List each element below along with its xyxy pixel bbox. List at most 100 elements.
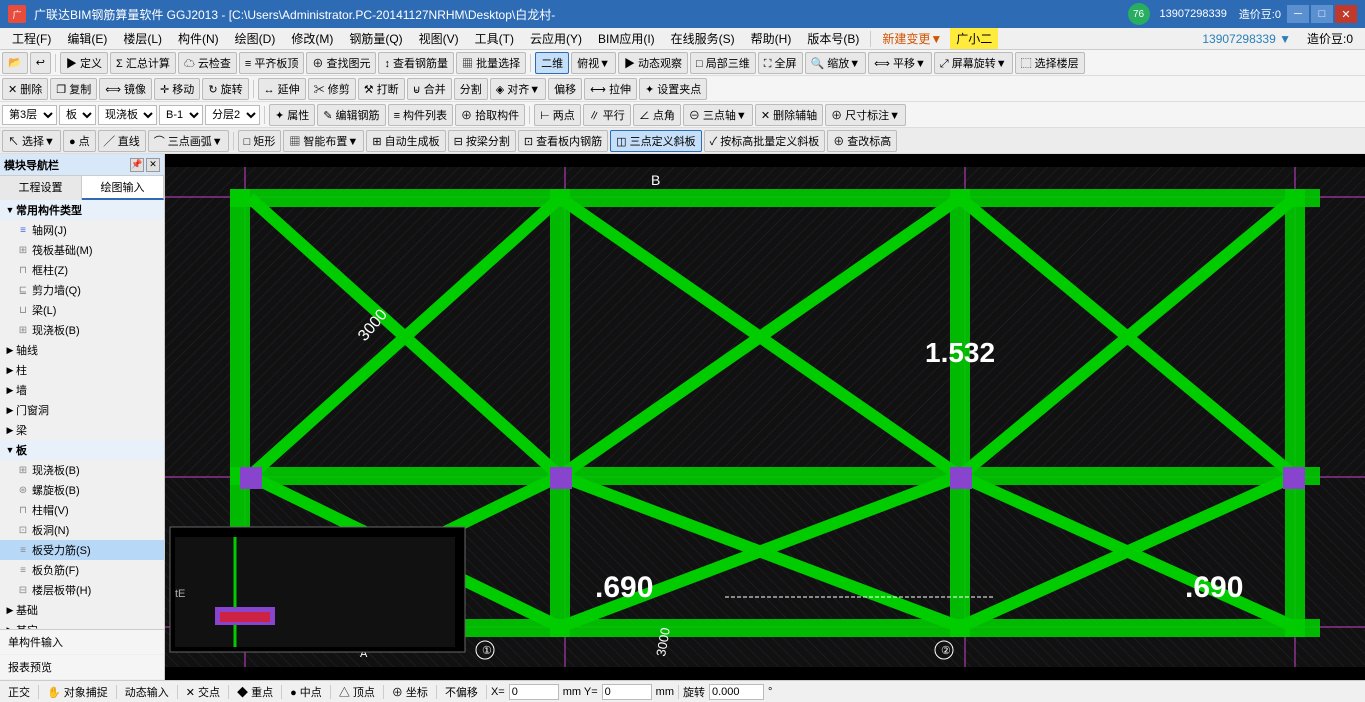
win-max-btn[interactable]: □ [1311, 5, 1333, 23]
status-midpoint[interactable]: ● 中点 [286, 684, 326, 700]
tree-slab-rebar[interactable]: ≡ 板受力筋(S) [0, 540, 164, 560]
status-vertex[interactable]: △ 顶点 [335, 684, 379, 700]
menu-new-change[interactable]: 新建变更▼ [874, 28, 950, 49]
tree-slab-group[interactable]: ▼ 板 [0, 440, 164, 460]
node-tr[interactable] [950, 467, 972, 489]
mirror-btn[interactable]: ⟺ 镜像 [99, 78, 152, 100]
three-axis-btn[interactable]: ⊖ 三点轴▼ [683, 104, 753, 126]
rotate-elem-btn[interactable]: ↻ 旋转 [202, 78, 248, 100]
property-btn[interactable]: ✦ 属性 [269, 104, 315, 126]
status-coordinate[interactable]: ⊕ 坐标 [388, 684, 432, 700]
tree-axis[interactable]: ≡ 轴网(J) [0, 220, 164, 240]
sidebar-pin-btn[interactable]: 📌 [130, 158, 144, 172]
tree-col[interactable]: ⊓ 框柱(Z) [0, 260, 164, 280]
menu-part[interactable]: 构件(N) [170, 28, 227, 49]
floor-select[interactable]: 第3层 [2, 105, 57, 125]
subtype-select[interactable]: 现浇板 [98, 105, 157, 125]
arc-btn[interactable]: ⌒ 三点画弧▼ [148, 130, 229, 152]
canvas-area[interactable]: B A 1.532 3000 .690 .690 3000 ① ② [165, 154, 1365, 680]
menu-cloud[interactable]: 云应用(Y) [522, 28, 590, 49]
x-input[interactable] [509, 684, 559, 700]
trim-btn[interactable]: ✂ 修剪 [308, 78, 356, 100]
tree-cast-slab[interactable]: ⊞ 现浇板(B) [0, 460, 164, 480]
tree-other[interactable]: ▶ 其它 [0, 620, 164, 629]
offset-btn[interactable]: 偏移 [548, 78, 582, 100]
dim-btn[interactable]: ⊕ 尺寸标注▼ [825, 104, 906, 126]
win-close-btn[interactable]: ✕ [1335, 5, 1357, 23]
sidebar-close-btn[interactable]: ✕ [146, 158, 160, 172]
layer-select[interactable]: 分层2 [205, 105, 260, 125]
stretch-btn[interactable]: ⟷ 拉伸 [584, 78, 637, 100]
tree-column[interactable]: ▶ 柱 [0, 360, 164, 380]
pick-part-btn[interactable]: ⊕ 拾取构件 [455, 104, 525, 126]
align-top-btn[interactable]: ≡ 平齐板顶 [239, 52, 304, 74]
find-btn[interactable]: ⊕ 查找图元 [306, 52, 376, 74]
undo-btn[interactable]: ↩ [30, 52, 51, 74]
parallel-btn[interactable]: ∥ 平行 [583, 104, 631, 126]
three-point-slope-btn[interactable]: ◫ 三点定义斜板 [610, 130, 701, 152]
rotate-input[interactable] [709, 684, 764, 700]
open-file-btn[interactable]: 📂 [2, 52, 28, 74]
del-aux-btn[interactable]: ✕ 删除辅轴 [755, 104, 823, 126]
zoom-btn[interactable]: 🔍 缩放▼ [805, 52, 867, 74]
win-min-btn[interactable]: ─ [1287, 5, 1309, 23]
menu-bim[interactable]: BIM应用(I) [590, 28, 663, 49]
menu-version[interactable]: 版本号(B) [799, 28, 867, 49]
split-beam-btn[interactable]: ⊟ 按梁分割 [448, 130, 516, 152]
view-board-steel-btn[interactable]: ⊡ 查看板内钢筋 [518, 130, 608, 152]
rotate-btn[interactable]: ⤢ 屏幕旋转▼ [934, 52, 1013, 74]
y-input[interactable] [602, 684, 652, 700]
node-br[interactable] [1283, 467, 1305, 489]
menu-online[interactable]: 在线服务(S) [663, 28, 743, 49]
point-btn[interactable]: ● 点 [63, 130, 96, 152]
menu-file[interactable]: 工程(F) [4, 28, 59, 49]
merge-btn[interactable]: ⊌ 合并 [407, 78, 452, 100]
auto-gen-btn[interactable]: ⊞ 自动生成板 [366, 130, 445, 152]
local-3d-btn[interactable]: □ 局部三维 [690, 52, 756, 74]
menu-edit[interactable]: 编辑(E) [59, 28, 115, 49]
tree-beam-main[interactable]: ▶ 梁 [0, 420, 164, 440]
two-point-btn[interactable]: ⊢ 两点 [534, 104, 581, 126]
tree-spiral-slab[interactable]: ⊛ 螺旋板(B) [0, 480, 164, 500]
delete-btn[interactable]: ✕ 删除 [2, 78, 48, 100]
tree-slab-hole[interactable]: ⊡ 板洞(N) [0, 520, 164, 540]
tree-wall[interactable]: ▶ 墙 [0, 380, 164, 400]
tree-doorwin[interactable]: ▶ 门窗洞 [0, 400, 164, 420]
menu-steel[interactable]: 钢筋量(Q) [341, 28, 410, 49]
menu-modify[interactable]: 修改(M) [283, 28, 341, 49]
break-btn[interactable]: ⚒ 打断 [358, 78, 405, 100]
2d-btn[interactable]: 二维 [535, 52, 569, 74]
tree-beam[interactable]: ⊔ 梁(L) [0, 300, 164, 320]
edit-steel-btn[interactable]: ✎ 编辑钢筋 [317, 104, 385, 126]
drawing-canvas[interactable]: B A 1.532 3000 .690 .690 3000 ① ② [165, 154, 1365, 680]
menu-coin[interactable]: 造价豆:0 [1299, 28, 1361, 49]
move-btn[interactable]: ✛ 移动 [154, 78, 200, 100]
report-preview[interactable]: 报表预览 [0, 655, 164, 680]
status-snap[interactable]: ✋ 对象捕捉 [43, 684, 112, 700]
batch-select-btn[interactable]: ▦ 批量选择 [456, 52, 526, 74]
split-btn[interactable]: 分割 [454, 78, 488, 100]
check-elevation-btn[interactable]: ⊕ 查改标高 [827, 130, 897, 152]
view-steel-btn[interactable]: ↕ 查看钢筋量 [378, 52, 454, 74]
tree-col-cap[interactable]: ⊓ 柱帽(V) [0, 500, 164, 520]
tree-slab-common[interactable]: ⊞ 现浇板(B) [0, 320, 164, 340]
tree-floor-band[interactable]: ⊟ 楼层板带(H) [0, 580, 164, 600]
select-floor-btn[interactable]: ⬚ 选择楼层 [1015, 52, 1085, 74]
status-dynamic[interactable]: 动态输入 [121, 684, 173, 700]
single-part-input[interactable]: 单构件输入 [0, 630, 164, 655]
menu-draw[interactable]: 绘图(D) [227, 28, 284, 49]
line-btn[interactable]: ╱ 直线 [98, 130, 146, 152]
batch-slope-btn[interactable]: ✓ 按标高批量定义斜板 [704, 130, 826, 152]
status-no-offset[interactable]: 不偏移 [441, 684, 482, 700]
menu-floor[interactable]: 楼层(L) [115, 28, 170, 49]
status-endpoint[interactable]: ◆ 重点 [233, 684, 277, 700]
sum-btn[interactable]: Σ 汇总计算 [110, 52, 176, 74]
pan-btn[interactable]: ⟺ 平移▼ [868, 52, 932, 74]
tree-shearwall[interactable]: ⊑ 剪力墙(Q) [0, 280, 164, 300]
node-tl[interactable] [240, 467, 262, 489]
menu-view[interactable]: 视图(V) [411, 28, 467, 49]
menu-help[interactable]: 帮助(H) [743, 28, 800, 49]
parts-list-btn[interactable]: ≡ 构件列表 [388, 104, 453, 126]
smart-place-btn[interactable]: ▦ 智能布置▼ [283, 130, 364, 152]
status-orthogonal[interactable]: 正交 [4, 684, 34, 700]
